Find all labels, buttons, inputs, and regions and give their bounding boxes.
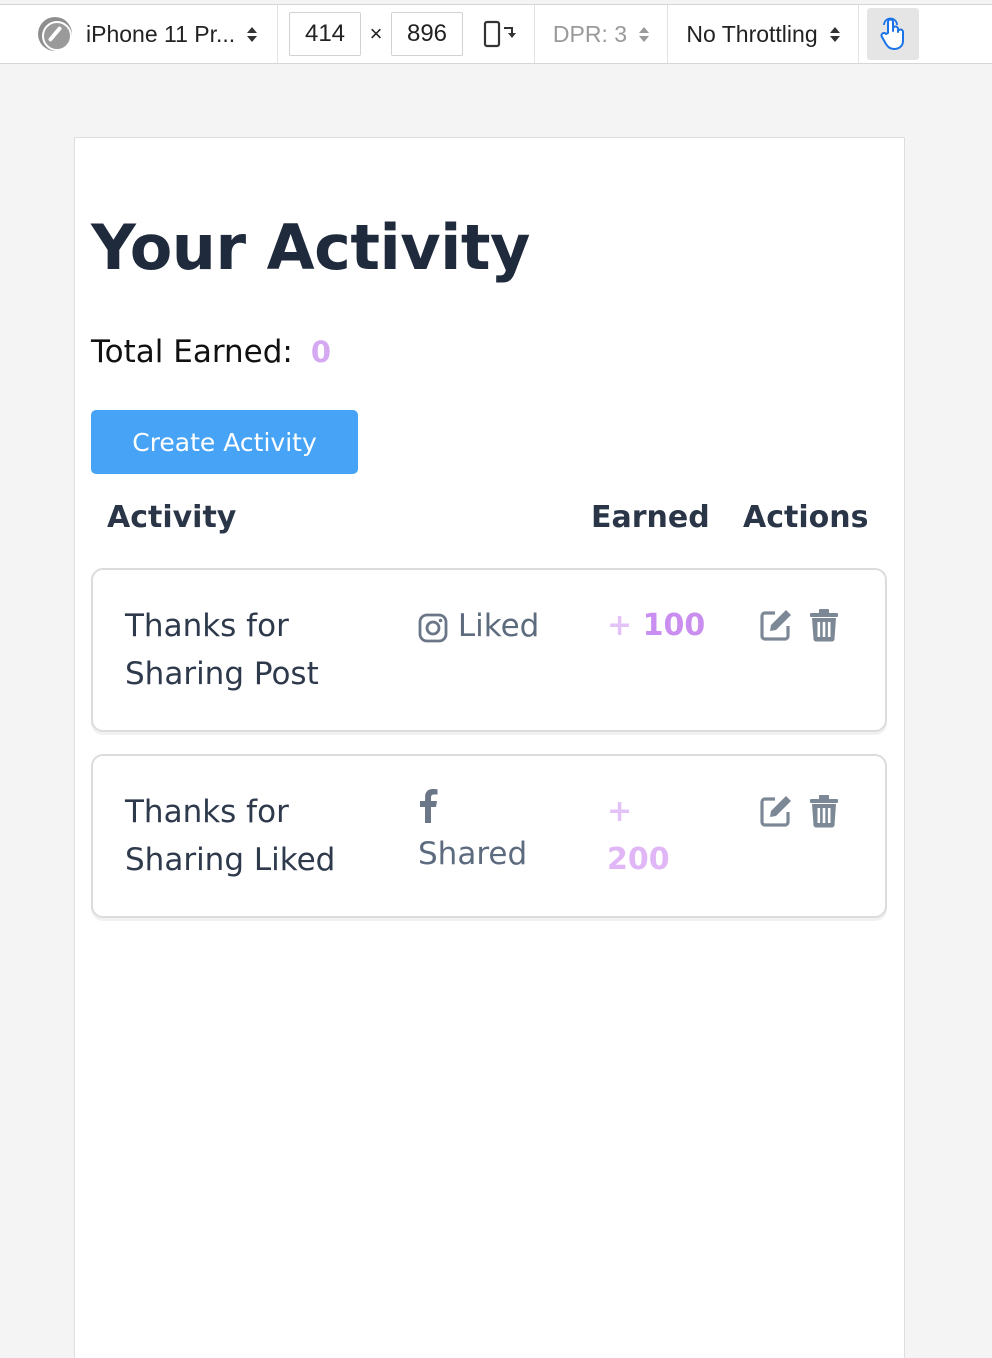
touch-simulation-button[interactable]	[867, 8, 919, 60]
dimension-separator: ×	[369, 21, 383, 46]
create-activity-button[interactable]: Create Activity	[91, 410, 358, 474]
trash-icon[interactable]	[807, 794, 841, 828]
activity-actions	[759, 608, 841, 642]
edit-icon[interactable]	[759, 608, 793, 642]
page-title: Your Activity	[91, 211, 530, 284]
width-input[interactable]: 414	[289, 12, 361, 56]
total-earned-value: 0	[310, 335, 332, 369]
earned-prefix: +	[607, 608, 633, 643]
activity-action: Liked	[457, 608, 540, 644]
dimension-controls: 414 × 896	[278, 5, 463, 63]
dpr-label: DPR: 3	[552, 20, 628, 47]
activity-earned: + 100	[607, 602, 717, 650]
chevron-updown-icon	[829, 26, 840, 42]
chevron-updown-icon	[247, 26, 258, 42]
device-viewport: Your Activity Total Earned: 0 Create Act…	[74, 137, 905, 1358]
throttling-selector[interactable]: No Throttling	[668, 5, 859, 63]
column-header-earned: Earned	[591, 500, 710, 535]
earned-value: 100	[642, 608, 706, 643]
activity-earned: + 200	[607, 788, 717, 884]
facebook-icon	[420, 789, 438, 823]
devtools-toolbar: iPhone 11 Pr... 414 × 896 DPR: 3 No Thro…	[0, 4, 992, 64]
edit-icon[interactable]	[759, 794, 793, 828]
dpr-selector[interactable]: DPR: 3	[535, 5, 668, 63]
activity-card: Thanks for Sharing Liked Shared + 200	[91, 754, 887, 918]
activity-type: Liked	[418, 602, 568, 650]
earned-value: 200	[607, 842, 670, 877]
trash-icon[interactable]	[807, 608, 841, 642]
column-header-activity: Activity	[107, 500, 237, 535]
compass-icon	[38, 17, 72, 51]
earned-prefix: +	[607, 794, 633, 829]
throttling-label: No Throttling	[686, 20, 818, 47]
activity-actions	[759, 794, 841, 828]
activity-title: Thanks for Sharing Liked	[125, 794, 336, 878]
device-selector[interactable]: iPhone 11 Pr...	[0, 5, 278, 63]
touch-pointer-icon	[880, 17, 904, 50]
instagram-icon	[418, 613, 448, 642]
total-earned: Total Earned: 0	[91, 334, 331, 370]
activity-action: Shared	[418, 836, 528, 872]
height-input[interactable]: 896	[391, 12, 463, 56]
activity-type: Shared	[418, 788, 568, 878]
rotate-button[interactable]	[463, 5, 535, 63]
chevron-updown-icon	[639, 26, 650, 42]
rotate-device-icon	[483, 20, 516, 48]
column-header-actions: Actions	[743, 500, 869, 535]
activity-card: Thanks for Sharing Post Liked + 100	[91, 568, 887, 732]
total-earned-label: Total Earned:	[91, 334, 293, 370]
device-name: iPhone 11 Pr...	[86, 20, 236, 47]
activity-title: Thanks for Sharing Post	[125, 608, 319, 692]
